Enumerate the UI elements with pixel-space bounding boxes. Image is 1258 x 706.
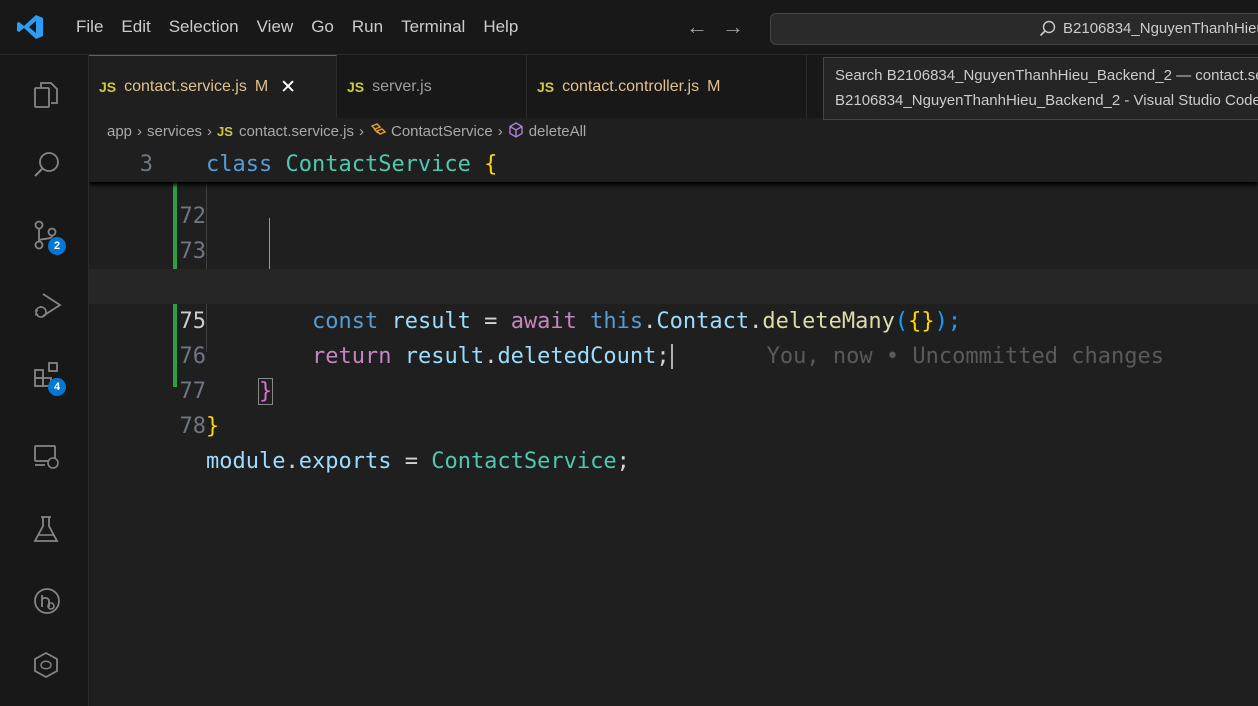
command-center-tooltip: Search B2106834_NguyenThanhHieu_Backend_… bbox=[823, 57, 1258, 120]
forward-arrow-icon[interactable]: → bbox=[722, 15, 744, 39]
extensions-badge: 4 bbox=[48, 378, 66, 396]
remote-explorer-icon bbox=[34, 445, 59, 469]
back-arrow-icon[interactable]: ← bbox=[686, 15, 708, 39]
menu-go[interactable]: Go bbox=[302, 0, 343, 54]
close-tab-icon[interactable]: ✕ bbox=[280, 76, 296, 99]
source-control-badge: 2 bbox=[48, 237, 66, 255]
accounts-service-button[interactable] bbox=[0, 571, 88, 631]
breadcrumb-file[interactable]: contact.service.js bbox=[239, 123, 354, 140]
menu-edit[interactable]: Edit bbox=[112, 0, 159, 54]
breadcrumb: app › services › JS contact.service.js › Contac… bbox=[89, 118, 1258, 148]
code-editor[interactable]: 3 class ContactService { 72 73 async del… bbox=[89, 148, 1258, 706]
sticky-scroll-header[interactable]: 3 class ContactService { bbox=[89, 148, 1258, 182]
sticky-code: class ContactService { bbox=[206, 152, 498, 177]
tooltip-line-2: B2106834_NguyenThanhHieu_Backend_2 - Vis… bbox=[835, 92, 1258, 109]
tab-contact-service[interactable]: JS contact.service.js M ✕ bbox=[89, 55, 337, 118]
title-bar: File Edit Selection View Go Run Terminal… bbox=[0, 0, 1258, 55]
code-line-78: 78 module.exports = ContactService; bbox=[89, 374, 1258, 474]
menu-view[interactable]: View bbox=[248, 0, 303, 54]
javascript-file-icon: JS bbox=[537, 78, 555, 95]
code-line-75: 75 return result.deletedCount; You, now •… bbox=[89, 269, 1258, 369]
run-debug-button[interactable] bbox=[0, 275, 88, 335]
search-box-text: B2106834_NguyenThanhHieu_Backend_2 bbox=[1063, 20, 1258, 37]
command-center-search[interactable]: B2106834_NguyenThanhHieu_Backend_2 bbox=[770, 13, 1258, 45]
code-line-76: 76 } bbox=[89, 304, 1258, 405]
breadcrumb-method[interactable]: deleteAll bbox=[529, 123, 587, 140]
tab-label: contact.controller.js bbox=[562, 77, 700, 95]
breadcrumb-services[interactable]: services bbox=[147, 123, 202, 140]
tab-contact-controller[interactable]: JS contact.controller.js M bbox=[527, 55, 807, 118]
service-icon bbox=[34, 588, 60, 614]
files-icon bbox=[34, 82, 58, 108]
search-icon bbox=[1039, 20, 1056, 37]
menu-selection[interactable]: Selection bbox=[160, 0, 248, 54]
menu-file[interactable]: File bbox=[67, 0, 112, 54]
javascript-file-icon: JS bbox=[217, 124, 233, 139]
line-number: 3 bbox=[139, 152, 153, 177]
activity-bar: 2 4 bbox=[0, 55, 89, 706]
menu-run[interactable]: Run bbox=[343, 0, 392, 54]
code-text: module.exports = ContactService; bbox=[206, 449, 630, 474]
menu-bar: File Edit Selection View Go Run Terminal… bbox=[67, 0, 527, 54]
explorer-button[interactable] bbox=[0, 65, 88, 125]
source-control-button[interactable]: 2 bbox=[0, 205, 88, 265]
remote-explorer-button[interactable] bbox=[0, 427, 88, 487]
copilot-button[interactable] bbox=[0, 635, 88, 695]
modified-indicator: M bbox=[707, 77, 721, 95]
hexagon-icon bbox=[34, 651, 58, 679]
tab-server[interactable]: JS server.js bbox=[337, 55, 527, 118]
javascript-file-icon: JS bbox=[99, 79, 117, 95]
run-debug-icon bbox=[34, 293, 62, 318]
extensions-button[interactable]: 4 bbox=[0, 345, 88, 405]
line-number: 78 bbox=[179, 414, 206, 439]
flask-icon bbox=[33, 516, 59, 542]
modified-indicator: M bbox=[254, 78, 269, 95]
tooltip-line-1: Search B2106834_NguyenThanhHieu_Backend_… bbox=[835, 67, 1258, 84]
menu-terminal[interactable]: Terminal bbox=[392, 0, 474, 54]
breadcrumb-separator: › bbox=[207, 123, 213, 140]
code-line-74: 74 const result = await this.Contact.del… bbox=[89, 234, 1258, 334]
vscode-logo-icon[interactable] bbox=[16, 13, 44, 41]
testing-button[interactable] bbox=[0, 499, 88, 559]
breadcrumb-separator: › bbox=[497, 123, 503, 140]
navigation-arrows: ← → bbox=[686, 15, 744, 39]
tab-label: contact.service.js bbox=[124, 78, 247, 95]
search-box-content: B2106834_NguyenThanhHieu_Backend_2 bbox=[1039, 14, 1258, 44]
code-line-77: 77 } bbox=[89, 339, 1258, 439]
tab-label: server.js bbox=[372, 77, 432, 95]
breadcrumb-separator: › bbox=[359, 123, 364, 140]
breadcrumb-app[interactable]: app bbox=[107, 123, 132, 140]
search-view-button[interactable] bbox=[0, 135, 88, 195]
javascript-file-icon: JS bbox=[347, 78, 365, 95]
menu-help[interactable]: Help bbox=[474, 0, 527, 54]
code-line-73: 73 async deleteAll() { bbox=[89, 199, 1258, 300]
search-icon bbox=[34, 152, 59, 177]
code-text: } bbox=[206, 414, 220, 439]
class-symbol-icon bbox=[370, 123, 387, 135]
method-symbol-icon bbox=[509, 122, 523, 138]
breadcrumb-class[interactable]: ContactService bbox=[391, 123, 493, 140]
breadcrumb-separator: › bbox=[137, 123, 143, 140]
